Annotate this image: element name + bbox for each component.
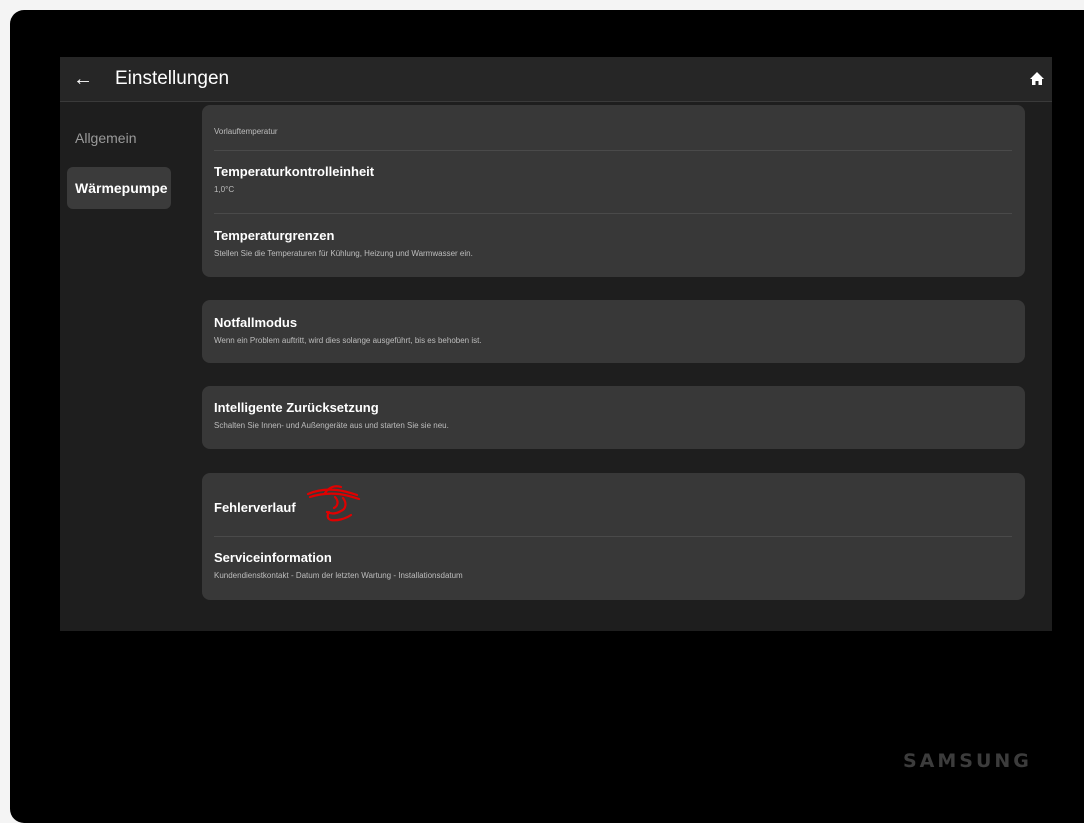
divider [214,536,1012,537]
setting-vorlauftemperatur[interactable]: Vorlauftemperatur [214,105,1012,145]
arrow-left-icon: ← [73,68,93,90]
setting-temperaturkontrolleinheit[interactable]: Temperaturkontrolleinheit 1,0°C [214,164,1012,204]
app-screen: ← Einstellungen Allgemein Wärmepumpe Vor… [60,57,1052,631]
setting-intelligente-zuruecksetzung[interactable]: Intelligente Zurücksetzung Schalten Sie … [214,400,1012,440]
divider [214,213,1012,214]
back-button[interactable]: ← [70,66,96,92]
page-title: Einstellungen [115,68,230,89]
divider [214,150,1012,151]
setting-intelligente-zuruecksetzung-description: Schalten Sie Innen- und Außengeräte aus … [214,421,449,430]
pointer-annotation-icon [306,485,361,522]
setting-temperaturkontrolleinheit-value: 1,0°C [214,185,235,194]
settings-card-temperature: Vorlauftemperatur Temperaturkontrolleinh… [202,105,1025,277]
settings-card-notfallmodus: Notfallmodus Wenn ein Problem auftritt, … [202,300,1025,363]
setting-serviceinformation-title: Serviceinformation [214,550,332,565]
setting-serviceinformation-description: Kundendienstkontakt - Datum der letzten … [214,571,463,580]
setting-temperaturgrenzen[interactable]: Temperaturgrenzen Stellen Sie die Temper… [214,228,1012,268]
setting-vorlauftemperatur-label: Vorlauftemperatur [214,127,278,136]
top-bar: ← Einstellungen [60,57,1052,102]
sidebar-item-waermepumpe[interactable]: Wärmepumpe [67,167,171,209]
setting-serviceinformation[interactable]: Serviceinformation Kundendienstkontakt -… [214,550,1012,590]
brand-logo: SAMSUNG [903,750,1032,772]
home-button[interactable] [1026,68,1048,90]
setting-notfallmodus[interactable]: Notfallmodus Wenn ein Problem auftritt, … [214,315,1012,355]
setting-temperaturkontrolleinheit-title: Temperaturkontrolleinheit [214,164,375,179]
settings-card-reset: Intelligente Zurücksetzung Schalten Sie … [202,386,1025,449]
sidebar-item-allgemein[interactable]: Allgemein [67,117,171,159]
setting-notfallmodus-title: Notfallmodus [214,315,298,330]
setting-temperaturgrenzen-title: Temperaturgrenzen [214,228,335,243]
setting-fehlerverlauf-title: Fehlerverlauf [214,500,296,515]
setting-notfallmodus-description: Wenn ein Problem auftritt, wird dies sol… [214,336,482,345]
setting-temperaturgrenzen-description: Stellen Sie die Temperaturen für Kühlung… [214,249,473,258]
setting-intelligente-zuruecksetzung-title: Intelligente Zurücksetzung [214,400,379,415]
home-icon [1030,72,1044,85]
